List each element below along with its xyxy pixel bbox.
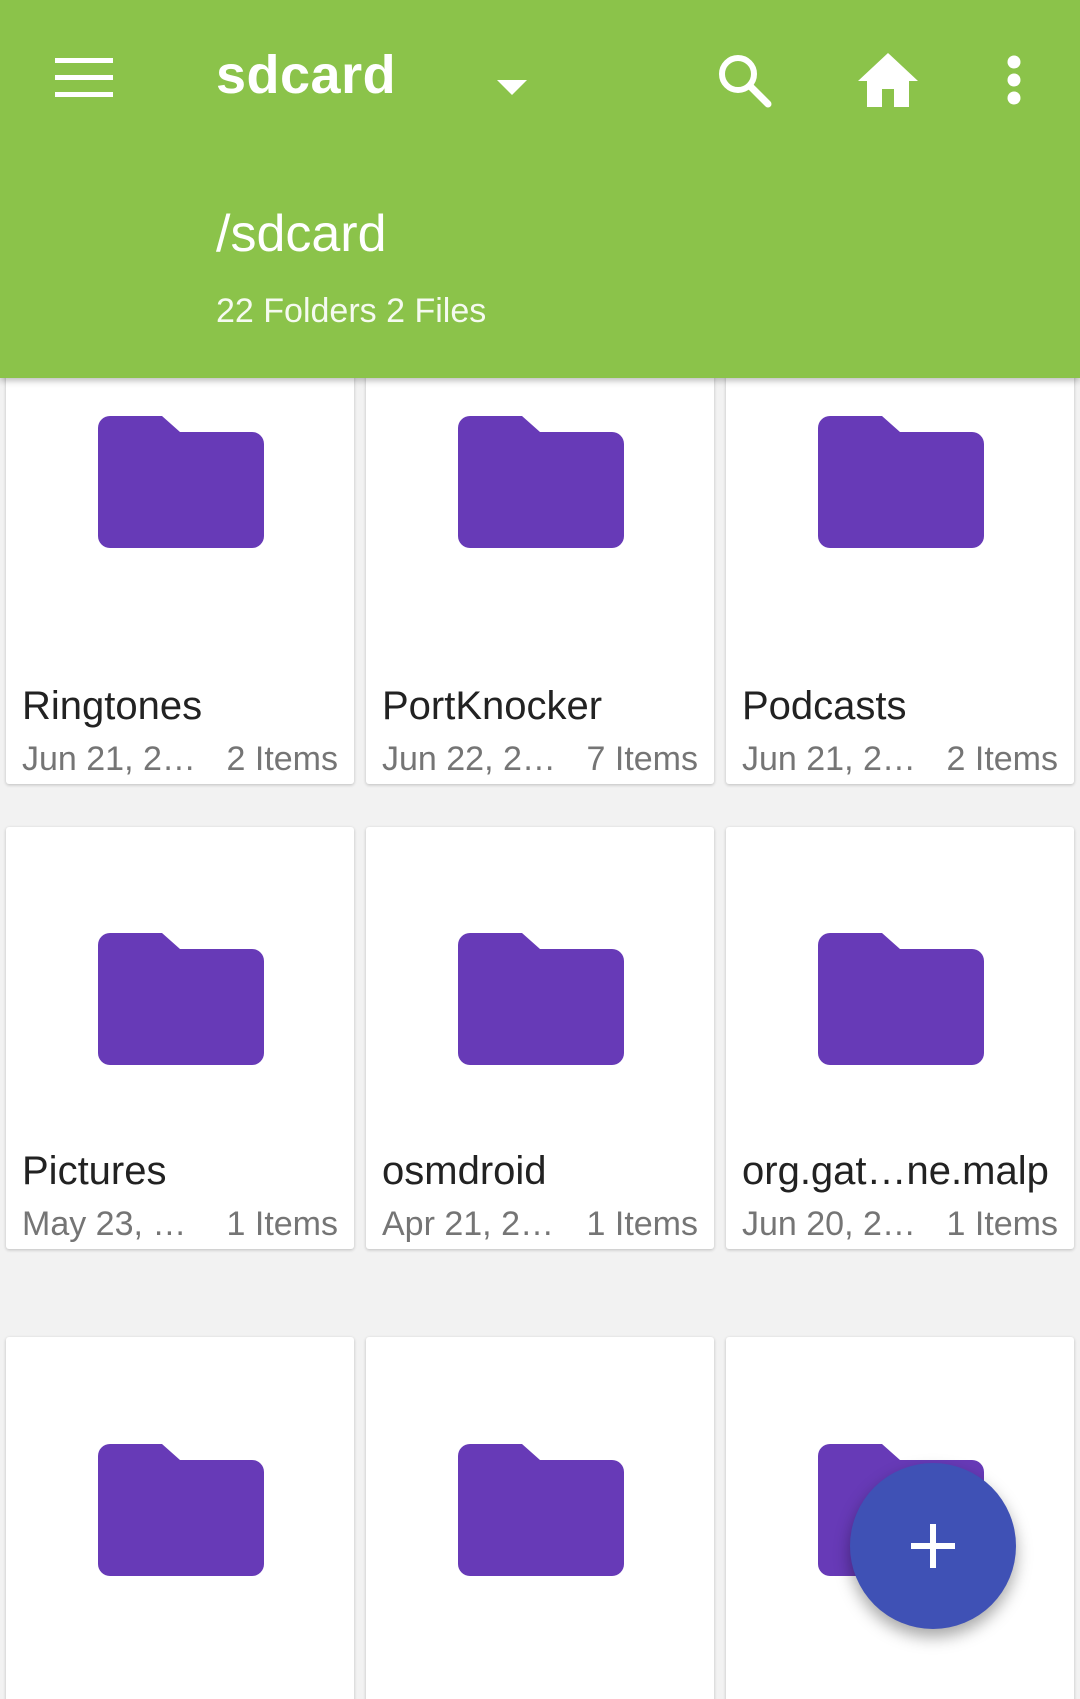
folder-icon [818, 933, 984, 1065]
more-options-button[interactable] [976, 40, 1052, 120]
folder-date: Jun 20, 2… [742, 1205, 916, 1243]
toolbar-title[interactable]: sdcard [216, 44, 396, 106]
home-button[interactable] [844, 40, 932, 120]
plus-icon [911, 1524, 955, 1568]
folder-item-count: 2 Items [226, 740, 338, 778]
folder-icon [818, 416, 984, 548]
folder-icon [458, 416, 624, 548]
folder-name: Podcasts [742, 684, 907, 728]
folder-date: Jun 21, 2… [742, 740, 916, 778]
add-fab-button[interactable] [850, 1463, 1016, 1629]
search-icon [719, 55, 772, 108]
folder-date: Jun 22, 2… [382, 740, 556, 778]
menu-icon [55, 58, 113, 97]
folder-card[interactable]: Pictures May 23, 2… 1 Items [6, 827, 354, 1249]
folder-name: org.gat…ne.malp [742, 1149, 1049, 1193]
folder-date: Jun 21, 2… [22, 740, 196, 778]
folder-icon [98, 1444, 264, 1576]
folder-date: Apr 21, 2… [382, 1205, 554, 1243]
folder-item-count: 1 Items [946, 1205, 1058, 1243]
folder-icon [98, 416, 264, 548]
folder-date: May 23, 2… [22, 1205, 198, 1243]
folder-name: Pictures [22, 1149, 167, 1193]
folder-card[interactable] [6, 1337, 354, 1699]
app-bar: sdcard /sdcard 22 Folders 2 Files [0, 0, 1080, 378]
folder-card[interactable]: Podcasts Jun 21, 2… 2 Items [726, 378, 1074, 784]
folder-item-count: 1 Items [586, 1205, 698, 1243]
folder-icon [458, 1444, 624, 1576]
menu-button[interactable] [40, 40, 128, 116]
folder-card[interactable]: PortKnocker Jun 22, 2… 7 Items [366, 378, 714, 784]
folder-icon [98, 933, 264, 1065]
folder-card[interactable]: org.gat…ne.malp Jun 20, 2… 1 Items [726, 827, 1074, 1249]
folder-name: PortKnocker [382, 684, 603, 728]
folder-file-summary: 22 Folders 2 Files [216, 292, 487, 330]
folder-card[interactable] [366, 1337, 714, 1699]
home-icon [858, 53, 918, 107]
folder-item-count: 1 Items [226, 1205, 338, 1243]
more-vert-icon [1007, 55, 1021, 105]
folder-icon [458, 933, 624, 1065]
folder-name: osmdroid [382, 1149, 547, 1193]
current-path: /sdcard [216, 205, 387, 263]
folder-card[interactable]: osmdroid Apr 21, 2… 1 Items [366, 827, 714, 1249]
folder-name: Ringtones [22, 684, 203, 728]
dropdown-arrow-icon [497, 80, 527, 95]
storage-dropdown-button[interactable] [480, 56, 544, 120]
folder-item-count: 2 Items [946, 740, 1058, 778]
folder-card[interactable]: Ringtones Jun 21, 2… 2 Items [6, 378, 354, 784]
search-button[interactable] [700, 40, 788, 120]
folder-item-count: 7 Items [586, 740, 698, 778]
